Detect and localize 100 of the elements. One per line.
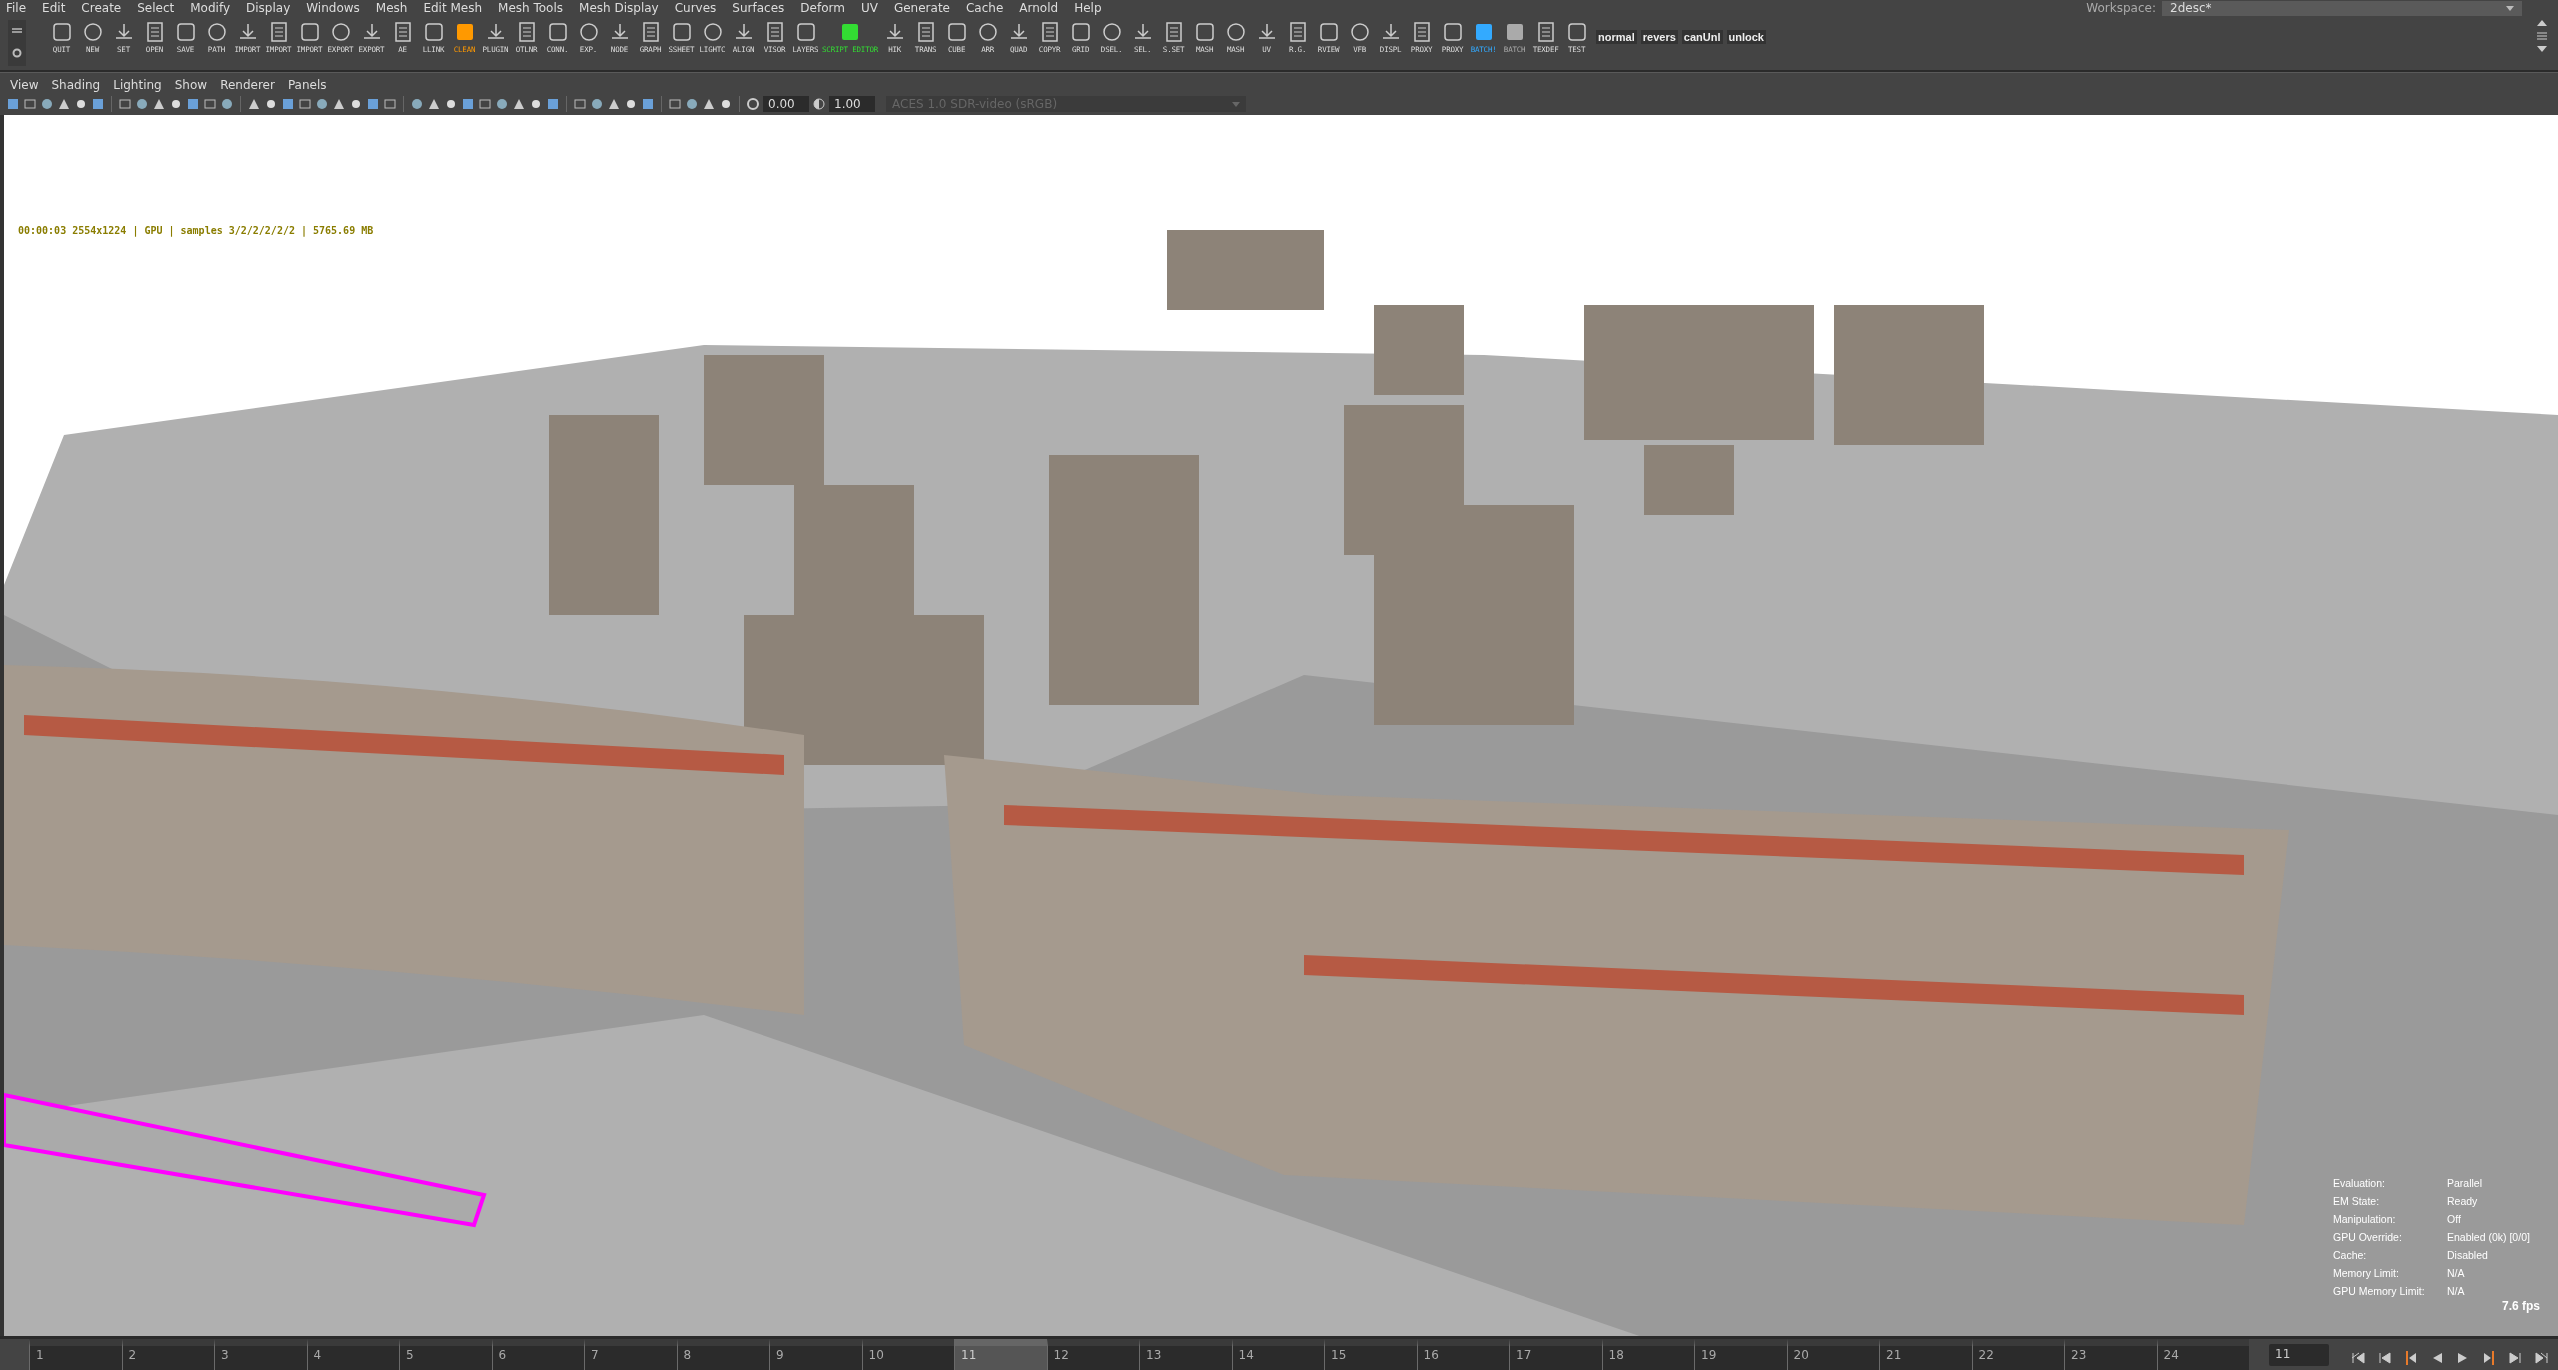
frame-tick[interactable]: 14 bbox=[1231, 1339, 1324, 1370]
go-to-start-icon[interactable] bbox=[2352, 1350, 2366, 1365]
frame-tick[interactable]: 1 bbox=[29, 1339, 122, 1370]
menu-item[interactable]: Cache bbox=[965, 1, 1004, 15]
frame-tick[interactable]: 20 bbox=[1786, 1339, 1879, 1370]
settings-icon[interactable] bbox=[12, 48, 22, 59]
view-tool-icon[interactable] bbox=[281, 97, 295, 111]
view-tool-icon[interactable] bbox=[495, 97, 509, 111]
view-tool-icon[interactable] bbox=[91, 97, 105, 111]
panel-menu-item[interactable]: View bbox=[10, 78, 39, 92]
panel-menu-item[interactable]: Lighting bbox=[113, 78, 162, 92]
view-tool-icon[interactable] bbox=[607, 97, 621, 111]
view-tool-icon[interactable] bbox=[427, 97, 441, 111]
step-back-icon[interactable] bbox=[2378, 1350, 2392, 1365]
view-tool-icon[interactable] bbox=[512, 97, 526, 111]
panel-menu-item[interactable]: Panels bbox=[287, 78, 327, 92]
view-tool-icon[interactable] bbox=[410, 97, 424, 111]
view-tool-icon[interactable] bbox=[546, 97, 560, 111]
frame-tick[interactable]: 6 bbox=[491, 1339, 584, 1370]
menu-item[interactable]: Help bbox=[1074, 1, 1102, 15]
frame-tick[interactable]: 16 bbox=[1416, 1339, 1509, 1370]
frame-tick[interactable]: 5 bbox=[399, 1339, 492, 1370]
frame-tick[interactable]: 19 bbox=[1694, 1339, 1787, 1370]
menu-item[interactable]: Edit Mesh bbox=[423, 1, 483, 15]
shelf-button[interactable]: normal bbox=[1596, 30, 1637, 44]
menu-item[interactable]: Surfaces bbox=[732, 1, 785, 15]
frame-tick[interactable]: 13 bbox=[1139, 1339, 1232, 1370]
view-tool-icon[interactable] bbox=[186, 97, 200, 111]
view-tool-icon[interactable] bbox=[685, 97, 699, 111]
shelf-button[interactable]: canUnl bbox=[1681, 30, 1723, 44]
scroll-up-icon[interactable] bbox=[2537, 20, 2547, 26]
frame-tick[interactable]: 17 bbox=[1509, 1339, 1602, 1370]
exposure-icon[interactable] bbox=[746, 97, 760, 111]
view-tool-icon[interactable] bbox=[624, 97, 638, 111]
view-tool-icon[interactable] bbox=[349, 97, 363, 111]
menu-item[interactable]: Edit bbox=[42, 1, 66, 15]
gamma-field[interactable]: 1.00 bbox=[829, 96, 875, 112]
view-tool-icon[interactable] bbox=[366, 97, 380, 111]
menu-item[interactable]: Mesh bbox=[375, 1, 408, 15]
frame-tick[interactable]: 11 bbox=[954, 1339, 1047, 1370]
view-tool-icon[interactable] bbox=[152, 97, 166, 111]
menu-item[interactable]: UV bbox=[860, 1, 878, 15]
step-forward-icon[interactable] bbox=[2508, 1350, 2522, 1365]
view-tool-icon[interactable] bbox=[332, 97, 346, 111]
view-tool-icon[interactable] bbox=[135, 97, 149, 111]
menu-item[interactable]: Display bbox=[246, 1, 291, 15]
view-tool-icon[interactable] bbox=[264, 97, 278, 111]
panel-menu-item[interactable]: Show bbox=[174, 78, 208, 92]
exposure-field[interactable]: 0.00 bbox=[763, 96, 809, 112]
menu-item[interactable]: Mesh Display bbox=[579, 1, 659, 15]
menu-item[interactable]: Create bbox=[81, 1, 122, 15]
frame-tick[interactable]: 22 bbox=[1971, 1339, 2064, 1370]
current-frame-field[interactable]: 11 bbox=[2269, 1344, 2329, 1366]
frame-tick[interactable]: 23 bbox=[2064, 1339, 2157, 1370]
view-tool-icon[interactable] bbox=[169, 97, 183, 111]
shelf-button[interactable]: revers bbox=[1640, 30, 1678, 44]
frame-tick[interactable]: 7 bbox=[584, 1339, 677, 1370]
frame-tick[interactable]: 21 bbox=[1879, 1339, 1972, 1370]
shelf-button[interactable]: unlock bbox=[1726, 30, 1766, 44]
go-to-end-icon[interactable] bbox=[2534, 1350, 2548, 1365]
menu-icon[interactable] bbox=[2537, 32, 2547, 40]
frame-tick[interactable]: 8 bbox=[676, 1339, 769, 1370]
menu-item[interactable]: Curves bbox=[674, 1, 717, 15]
menu-item[interactable]: Deform bbox=[800, 1, 845, 15]
menu-item[interactable]: Mesh Tools bbox=[498, 1, 564, 15]
view-tool-icon[interactable] bbox=[529, 97, 543, 111]
frame-tick[interactable]: 4 bbox=[306, 1339, 399, 1370]
view-tool-icon[interactable] bbox=[641, 97, 655, 111]
grip-icon[interactable] bbox=[12, 27, 22, 33]
scroll-down-icon[interactable] bbox=[2537, 46, 2547, 52]
frame-tick[interactable]: 9 bbox=[769, 1339, 862, 1370]
view-tool-icon[interactable] bbox=[220, 97, 234, 111]
menu-item[interactable]: Generate bbox=[893, 1, 950, 15]
workspace-dropdown[interactable]: 2desc* bbox=[2162, 0, 2522, 16]
gamma-icon[interactable] bbox=[812, 97, 826, 111]
view-tool-icon[interactable] bbox=[57, 97, 71, 111]
menu-item[interactable]: Arnold bbox=[1019, 1, 1059, 15]
frame-tick[interactable]: 3 bbox=[214, 1339, 307, 1370]
frame-tick[interactable]: 12 bbox=[1046, 1339, 1139, 1370]
frame-tick[interactable]: 18 bbox=[1601, 1339, 1694, 1370]
view-tool-icon[interactable] bbox=[444, 97, 458, 111]
frame-tick[interactable]: 24 bbox=[2156, 1339, 2249, 1370]
view-tool-icon[interactable] bbox=[719, 97, 733, 111]
view-tool-icon[interactable] bbox=[702, 97, 716, 111]
view-tool-icon[interactable] bbox=[315, 97, 329, 111]
menu-item[interactable]: Windows bbox=[306, 1, 360, 15]
view-tool-icon[interactable] bbox=[6, 97, 20, 111]
frame-tick[interactable]: 2 bbox=[121, 1339, 214, 1370]
view-tool-icon[interactable] bbox=[40, 97, 54, 111]
view-tool-icon[interactable] bbox=[590, 97, 604, 111]
menu-item[interactable]: Modify bbox=[190, 1, 230, 15]
view-tool-icon[interactable] bbox=[461, 97, 475, 111]
panel-menu-item[interactable]: Shading bbox=[51, 78, 101, 92]
previous-key-icon[interactable] bbox=[2404, 1350, 2418, 1365]
menu-item[interactable]: Select bbox=[137, 1, 175, 15]
frame-tick[interactable]: 15 bbox=[1324, 1339, 1417, 1370]
menu-item[interactable]: File bbox=[6, 1, 27, 15]
panel-menu-item[interactable]: Renderer bbox=[220, 78, 275, 92]
view-tool-icon[interactable] bbox=[74, 97, 88, 111]
view-tool-icon[interactable] bbox=[247, 97, 261, 111]
